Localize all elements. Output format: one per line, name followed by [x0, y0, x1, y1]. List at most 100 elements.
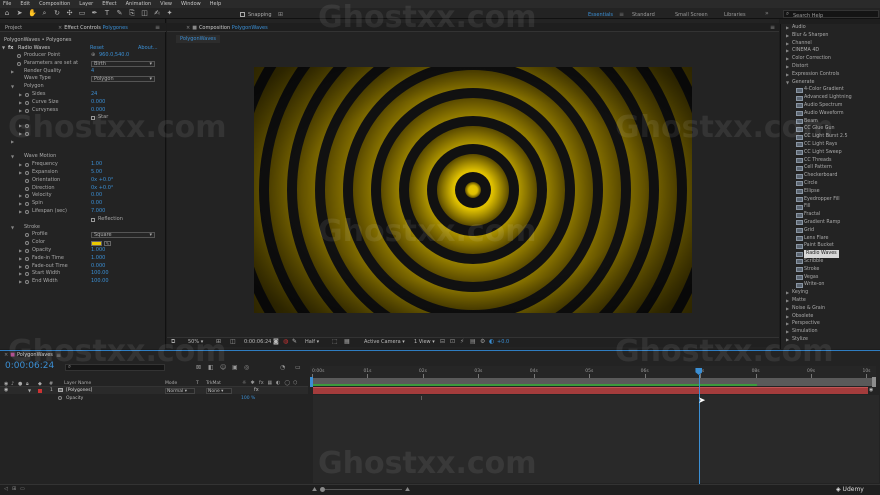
color-management-icon[interactable]: ✎ [292, 338, 297, 345]
view-layout-icon[interactable]: ⊟ [440, 338, 445, 345]
zoom-slider[interactable] [322, 489, 402, 490]
flowchart-icon[interactable]: ⚙ [480, 338, 485, 345]
chevron-right-icon[interactable]: ▶ [786, 32, 789, 40]
property-value[interactable]: 0x +0.0° [91, 177, 113, 185]
menu-item-window[interactable]: Window [181, 0, 201, 8]
search-help-field[interactable]: ⌕ Search Help [783, 10, 879, 19]
property-value[interactable]: 960.0,540.0 [99, 52, 129, 60]
playhead-line[interactable] [698, 375, 700, 485]
layer-track-end-icon[interactable]: ◉ [869, 387, 873, 393]
effects-item[interactable]: Radio Waves [786, 250, 878, 258]
close-icon[interactable]: × [186, 25, 190, 31]
effects-item[interactable]: Gradient Ramp [786, 219, 878, 227]
property-checkbox[interactable] [91, 217, 95, 222]
pen-tool-icon[interactable]: ✒ [91, 9, 99, 17]
motion-blur-icon[interactable]: ◎ [244, 364, 249, 371]
effects-category[interactable]: ▼ Generate [786, 79, 878, 87]
toggle-modes-icon[interactable]: ⊞ [12, 486, 16, 492]
layer-name[interactable]: [Polygones] [66, 388, 92, 393]
chevron-right-icon[interactable]: ▶ [786, 297, 789, 305]
comp-subtab[interactable]: PolygonWaves [176, 35, 220, 43]
stopwatch-icon[interactable] [25, 202, 29, 207]
stopwatch-icon[interactable] [25, 100, 29, 105]
menu-item-layer[interactable]: Layer [79, 0, 93, 8]
property-value[interactable]: 5.00 [91, 169, 102, 177]
timeline-icon[interactable]: ▤ [470, 338, 476, 345]
layer-switch-header-icon[interactable]: fx [259, 380, 264, 386]
effects-item[interactable]: Fractal [786, 211, 878, 219]
toggle-pixel-icon[interactable]: ⊡ [450, 338, 455, 345]
effects-item[interactable]: Vegas [786, 274, 878, 282]
effects-item[interactable]: Cell Pattern [786, 164, 878, 172]
workspace-libraries[interactable]: Libraries [724, 12, 746, 18]
effects-item[interactable]: Circle [786, 180, 878, 188]
stopwatch-icon[interactable] [25, 186, 29, 191]
property-value[interactable]: 1.00 [91, 161, 102, 169]
hand-tool-icon[interactable]: ✋ [28, 9, 37, 17]
effects-item[interactable]: Audio Spectrum [786, 102, 878, 110]
twirl-icon[interactable]: ▼ [11, 155, 15, 159]
type-tool-icon[interactable]: T [103, 9, 111, 17]
layer-switch-header-icon[interactable]: ◐ [276, 380, 280, 386]
stopwatch-icon[interactable] [25, 210, 29, 214]
twirl-icon[interactable]: ▶ [19, 264, 23, 269]
stopwatch-icon[interactable] [25, 163, 29, 168]
effects-category[interactable]: ▶ Expression Controls [786, 71, 878, 79]
resolution-dropdown[interactable]: Half ▾ [305, 339, 319, 345]
exposure-value[interactable]: +0.0 [497, 339, 509, 345]
toggle-in-out-icon[interactable]: ▭ [20, 486, 25, 492]
effects-category[interactable]: ▶ Keying [786, 289, 878, 297]
effects-category[interactable]: ▶ Blur & Sharpen [786, 32, 878, 40]
composition-viewer[interactable] [254, 67, 692, 313]
layer-trkmat-dropdown[interactable]: None ▾ [206, 387, 232, 394]
stopwatch-icon[interactable] [25, 171, 29, 175]
col-mode[interactable]: Mode [165, 381, 177, 386]
menu-item-help[interactable]: Help [210, 0, 221, 8]
layer-row[interactable] [0, 387, 308, 394]
effects-category[interactable]: ▶ Matte [786, 297, 878, 305]
stopwatch-icon[interactable] [17, 61, 21, 66]
stopwatch-icon[interactable] [25, 280, 29, 285]
views-dropdown[interactable]: 1 View ▾ [414, 339, 435, 345]
stopwatch-icon[interactable] [25, 256, 29, 261]
color-swatch[interactable] [91, 240, 102, 246]
effects-item[interactable]: Fill [786, 203, 878, 211]
effects-category[interactable]: ▶ Distort [786, 63, 878, 71]
property-value[interactable]: 0.000 [91, 263, 105, 271]
layer-label-color[interactable] [38, 389, 42, 393]
home-icon[interactable]: ⌂ [3, 9, 11, 17]
property-value[interactable]: 0x +0.0° [91, 185, 113, 193]
stopwatch-icon[interactable] [25, 241, 29, 246]
menu-item-composition[interactable]: Composition [39, 0, 70, 8]
stopwatch-icon[interactable] [17, 54, 21, 58]
zoom-in-icon[interactable]: ⛰ [405, 486, 410, 494]
region-of-interest-icon[interactable]: ⬚ [332, 338, 338, 345]
zoom-out-icon[interactable]: ⛰ [312, 486, 317, 494]
workspace-menu-icon[interactable]: ≡ [619, 11, 624, 18]
twirl-icon[interactable]: ▼ [11, 85, 15, 89]
effects-item[interactable]: Scribble [786, 258, 878, 266]
snapshot-icon[interactable]: ◙ [273, 338, 279, 345]
stopwatch-icon[interactable] [25, 93, 29, 97]
clone-stamp-icon[interactable]: ⎘ [128, 9, 136, 17]
col-trkmat[interactable]: TrkMat [206, 381, 221, 386]
chevron-right-icon[interactable]: ▶ [786, 305, 789, 313]
twirl-icon[interactable]: ▶ [19, 202, 23, 206]
stopwatch-icon[interactable] [25, 233, 29, 238]
crosshair-icon[interactable]: ⊕ [91, 52, 95, 60]
property-value[interactable]: 7.000 [91, 208, 105, 216]
show-channel-icon[interactable]: ◍ [283, 338, 288, 345]
property-dropdown[interactable]: Birth ▾ [91, 60, 155, 67]
stopwatch-icon[interactable] [25, 272, 29, 277]
effects-item[interactable]: CC Threads [786, 157, 878, 165]
chevron-right-icon[interactable]: ▶ [786, 47, 789, 55]
twirl-icon[interactable]: ▶ [19, 100, 23, 105]
twirl-icon[interactable]: ▶ [19, 280, 23, 284]
effects-category[interactable]: ▶ Perspective [786, 320, 878, 328]
chevron-right-icon[interactable]: ▶ [786, 320, 789, 328]
col-layer-name[interactable]: Layer Name [64, 381, 91, 386]
property-value[interactable]: 100.00 [91, 270, 109, 278]
about-link[interactable]: About... [138, 45, 158, 51]
effects-category[interactable]: ▶ Noise & Grain [786, 305, 878, 313]
effects-item[interactable]: Stroke [786, 266, 878, 274]
